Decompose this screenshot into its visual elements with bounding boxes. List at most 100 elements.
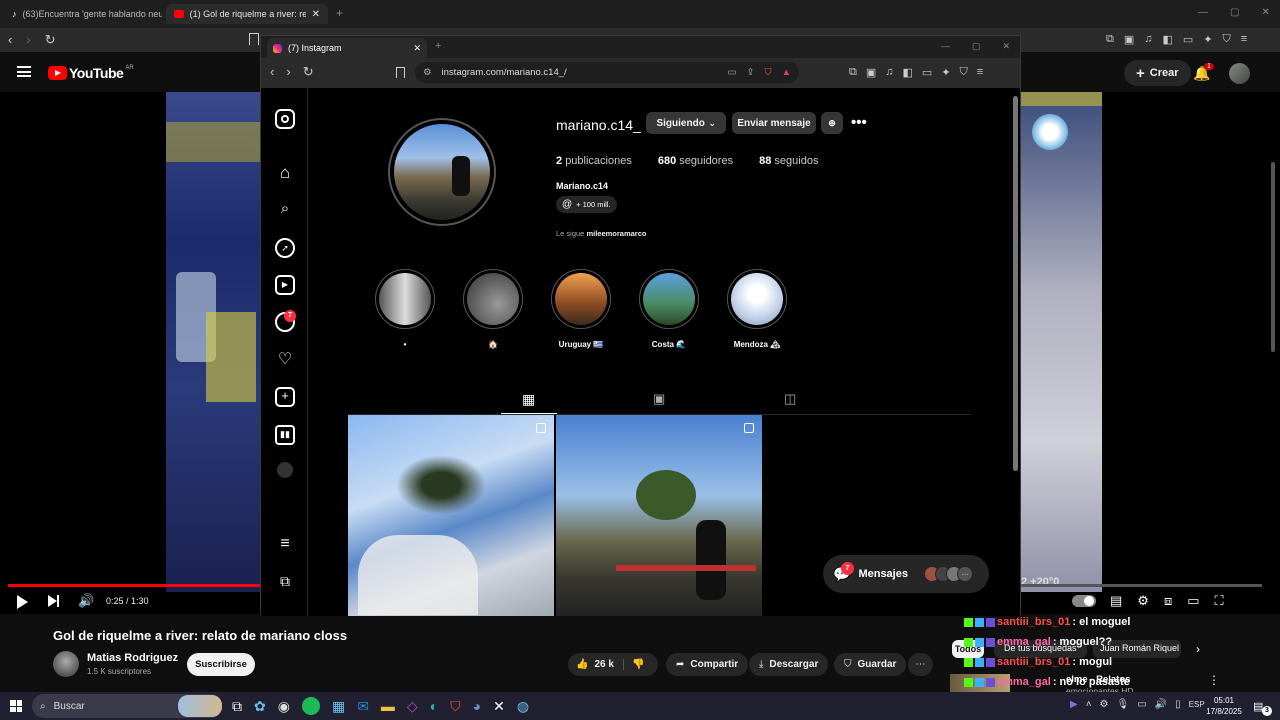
outlook-icon[interactable]: ✉: [357, 698, 369, 715]
music-icon[interactable]: ♫: [885, 66, 893, 79]
meta-apps-icon[interactable]: ⧉: [275, 573, 295, 593]
tagged-tab-icon[interactable]: ◫: [784, 391, 796, 407]
extensions-icon[interactable]: ⧉: [1106, 33, 1114, 46]
windows-start-icon[interactable]: [10, 700, 22, 712]
grid-tab-icon[interactable]: ▦: [522, 391, 535, 408]
channel-name[interactable]: Matias Rodriguez: [87, 652, 178, 664]
chevron-right-icon[interactable]: ›: [1196, 642, 1200, 656]
wallet-icon[interactable]: ▭: [922, 66, 932, 79]
sidebar-icon[interactable]: ◧: [903, 66, 913, 79]
theater-icon[interactable]: ▭: [1187, 593, 1199, 609]
visual-studio-icon[interactable]: ◇: [407, 698, 418, 715]
brave-rewards-icon[interactable]: ▲: [782, 67, 791, 78]
mic-icon[interactable]: 🎙: [1117, 699, 1130, 710]
thumbs-down-icon[interactable]: 👎: [624, 659, 644, 670]
speaker-icon[interactable]: 🔊: [1155, 699, 1167, 710]
tab-youtube[interactable]: (1) Gol de riquelme a river: relato ✕: [166, 4, 328, 24]
task-view-icon[interactable]: ⧉: [232, 698, 242, 715]
highlight-item[interactable]: •: [361, 269, 449, 349]
edge-icon[interactable]: ◐: [430, 698, 438, 714]
heart-icon[interactable]: ♡: [275, 349, 295, 369]
profile-picture[interactable]: [388, 118, 496, 226]
more-menu-icon[interactable]: ≡: [275, 535, 295, 555]
post-thumbnail[interactable]: [348, 415, 554, 616]
tab-tiktok[interactable]: ♪ (63)Encuentra 'gente hablando neutr: [4, 4, 162, 24]
miniplayer-icon[interactable]: ⧈: [1164, 593, 1172, 609]
maximize-icon[interactable]: ▢: [1230, 7, 1239, 18]
steam-icon[interactable]: ◍: [517, 698, 529, 715]
reload-icon[interactable]: ↻: [45, 32, 56, 48]
close-window-icon[interactable]: ✕: [1261, 7, 1269, 18]
clock[interactable]: 05:01 17/8/2025: [1204, 695, 1244, 717]
share-button[interactable]: ➦ Compartir: [666, 653, 749, 676]
sidebar-icon[interactable]: ◧: [1163, 33, 1173, 46]
shield-icon[interactable]: ⛉: [1223, 33, 1231, 46]
battery-icon[interactable]: ▯: [1175, 699, 1181, 710]
avatar[interactable]: [1229, 63, 1250, 84]
subtitles-icon[interactable]: ▤: [1110, 593, 1122, 609]
wallet-icon[interactable]: ▭: [1183, 33, 1193, 46]
highlight-item[interactable]: Costa 🌊: [625, 269, 713, 349]
menu-icon[interactable]: ≡: [977, 66, 983, 79]
language-indicator[interactable]: ESP: [1189, 700, 1205, 709]
profile-avatar-icon[interactable]: [277, 462, 293, 478]
screenshot-icon[interactable]: ▣: [866, 66, 876, 79]
bookmark-icon[interactable]: [249, 33, 259, 45]
dashboard-icon[interactable]: ▮▮: [275, 425, 295, 445]
rec-more-icon[interactable]: ⋮: [1208, 673, 1220, 687]
minimize-icon[interactable]: —: [1198, 7, 1208, 18]
minimize-icon[interactable]: —: [941, 41, 950, 52]
followed-by[interactable]: Le sigue mileemoramarco: [556, 229, 646, 238]
play-icon[interactable]: [17, 595, 28, 609]
ig-scrollbar[interactable]: [1013, 96, 1018, 471]
forward-icon[interactable]: ›: [26, 32, 30, 48]
instagram-logo-icon[interactable]: [275, 109, 295, 129]
highlight-item[interactable]: 🏠: [449, 269, 537, 349]
create-post-icon[interactable]: +: [275, 387, 295, 407]
new-tab-icon[interactable]: +: [336, 6, 343, 20]
menu-icon[interactable]: ≡: [1241, 33, 1247, 46]
highlight-item[interactable]: Mendoza 🏔: [713, 269, 801, 349]
chevron-up-icon[interactable]: ˄: [1086, 699, 1092, 710]
network-icon[interactable]: ▭: [1137, 699, 1146, 710]
volume-icon[interactable]: 🔊: [78, 593, 94, 609]
close-window-icon[interactable]: ✕: [1003, 41, 1011, 52]
copilot-icon[interactable]: ✿: [254, 698, 266, 715]
vpn-shield-icon[interactable]: ⛉: [960, 66, 968, 79]
ai-icon[interactable]: ✦: [941, 66, 950, 79]
subscribe-button[interactable]: Suscribirse: [187, 653, 255, 676]
reels-icon[interactable]: ▶: [275, 275, 295, 295]
back-icon[interactable]: ‹: [8, 32, 12, 48]
new-tab-icon[interactable]: +: [435, 40, 441, 52]
threads-badge[interactable]: @ + 100 mill.: [556, 196, 617, 213]
close-icon[interactable]: ✕: [413, 43, 421, 54]
extensions-icon[interactable]: ⧉: [849, 66, 857, 79]
settings-gear-icon[interactable]: ⚙: [1137, 593, 1149, 609]
hamburger-icon[interactable]: [17, 66, 31, 77]
taskbar-search[interactable]: ⌕ Buscar: [32, 694, 222, 718]
back-icon[interactable]: ‹: [270, 64, 274, 80]
discord-icon[interactable]: ◕: [473, 698, 481, 714]
autoplay-toggle[interactable]: [1072, 595, 1096, 607]
post-thumbnail[interactable]: [556, 415, 762, 616]
add-person-icon[interactable]: ⊕: [821, 112, 843, 134]
capcut-icon[interactable]: ✕: [493, 698, 505, 715]
explore-icon[interactable]: ➚: [275, 238, 295, 258]
music-icon[interactable]: ♫: [1144, 33, 1152, 46]
maximize-icon[interactable]: ▢: [972, 41, 981, 52]
send-message-button[interactable]: Enviar mensaje: [732, 112, 816, 134]
share-page-icon[interactable]: ⇪: [746, 67, 754, 78]
options-dots-icon[interactable]: •••: [851, 114, 867, 131]
tab-instagram[interactable]: (7) Instagram ✕: [267, 38, 427, 58]
app-icon[interactable]: ◉: [278, 698, 290, 715]
address-bar[interactable]: ⚙ instagram.com/mariano.c14_/ ▭ ⇪ ⛉ ▲: [415, 62, 799, 83]
bookmark-icon[interactable]: [396, 67, 405, 78]
download-button[interactable]: ⤓ Descargar: [749, 653, 829, 676]
home-icon[interactable]: ⌂: [275, 163, 295, 183]
create-button[interactable]: + Crear: [1124, 60, 1191, 86]
tray-app-icon[interactable]: ▶: [1070, 699, 1078, 710]
following-button[interactable]: Siguiendo ⌄: [646, 112, 726, 134]
close-icon[interactable]: ✕: [312, 9, 320, 20]
brave-shield-icon[interactable]: ⛉: [764, 67, 771, 78]
reload-icon[interactable]: ↻: [303, 64, 314, 80]
